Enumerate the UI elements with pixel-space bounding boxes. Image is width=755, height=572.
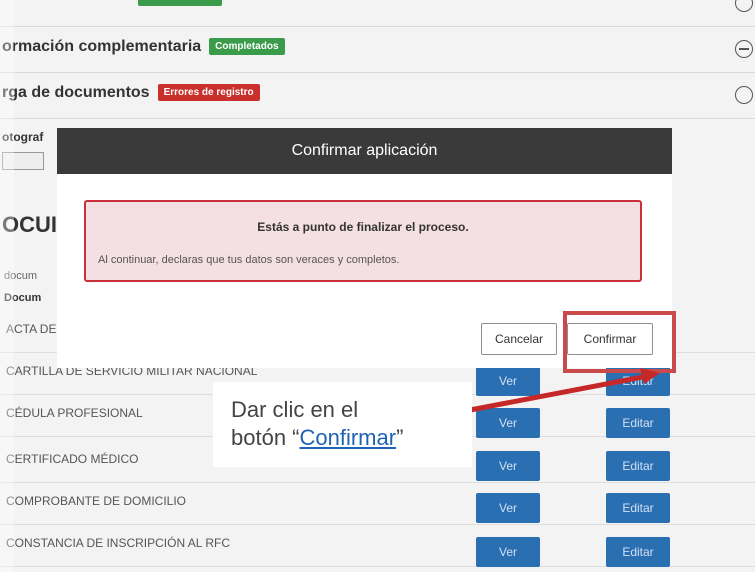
pointer-arrow-icon [469,368,660,413]
callout-prefix: botón “ [231,425,300,450]
callout-link[interactable]: Confirmar [300,425,397,450]
tutorial-callout: Dar clic en el botón “Confirmar” [213,382,472,467]
callout-suffix: ” [396,425,404,450]
callout-line1: Dar clic en el [231,397,359,422]
